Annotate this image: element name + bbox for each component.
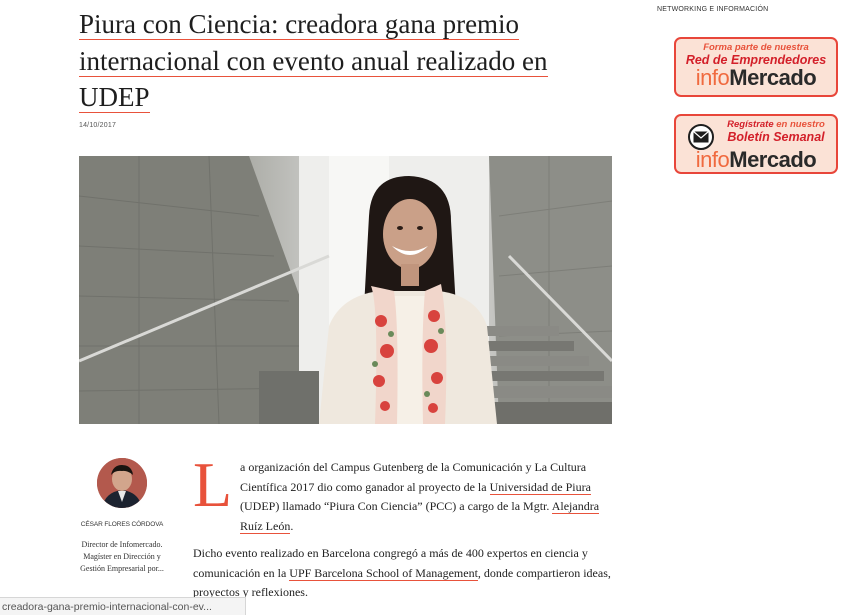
promo-register-word: Regístrate [727, 119, 774, 130]
logo-mercado: Mercado [729, 147, 817, 172]
envelope-glyph [693, 131, 709, 143]
author-avatar[interactable] [97, 458, 147, 508]
article-title-line-3: UDEP [79, 82, 150, 113]
promo-red-emprendedores[interactable]: Forma parte de nuestra Red de Emprendedo… [674, 37, 838, 97]
article-title-line-1: Piura con Ciencia: creadora gana premio [79, 9, 520, 40]
article-paragraph-1: a organización del Campus Gutenberg de l… [240, 458, 612, 536]
promo-line-1: Regístrate en nuestro [716, 119, 836, 130]
logo-info: info [695, 147, 730, 172]
hero-image [79, 156, 612, 424]
drop-cap: L [193, 449, 233, 520]
link-upf-barcelona[interactable]: UPF Barcelona School of Management [289, 565, 478, 581]
promo-text: Regístrate en nuestro Boletín Semanal [716, 116, 836, 144]
promo-boletin-semanal[interactable]: Regístrate en nuestro Boletín Semanal in… [674, 114, 838, 174]
paragraph-text: . [290, 518, 294, 533]
infomercado-logo: infoMercado [676, 67, 836, 89]
logo-info: info [695, 65, 730, 90]
article-title-line-2: internacional con evento anual realizado… [79, 45, 548, 77]
browser-status-url: creadora-gana-premio-internacional-con-e… [0, 597, 246, 615]
author-bio: Director de Infomercado. Magíster en Dir… [80, 540, 164, 573]
link-universidad-de-piura[interactable]: Universidad de Piura [489, 479, 591, 495]
promo-line-2: Boletín Semanal [727, 130, 825, 144]
article-paragraph-2: Dicho evento realizado en Barcelona cong… [193, 544, 613, 603]
article-date: 14/10/2017 [79, 122, 117, 129]
author-name[interactable]: CÉSAR FLORES CÓRDOVA [79, 521, 165, 528]
promo-line-1: Forma parte de nuestra [703, 42, 809, 53]
promo-line-1-rest: en nuestro [773, 119, 825, 130]
article-title: Piura con Ciencia: creadora gana premio … [79, 6, 619, 116]
author-portrait-illustration [97, 458, 147, 508]
logo-mercado: Mercado [729, 65, 817, 90]
sidebar-section-label: NETWORKING E INFORMACIÓN [657, 6, 769, 13]
infomercado-logo: infoMercado [676, 149, 836, 171]
paragraph-text: (UDEP) llamado “Piura Con Ciencia” (PCC)… [240, 499, 552, 513]
hero-photo-illustration [79, 156, 612, 424]
